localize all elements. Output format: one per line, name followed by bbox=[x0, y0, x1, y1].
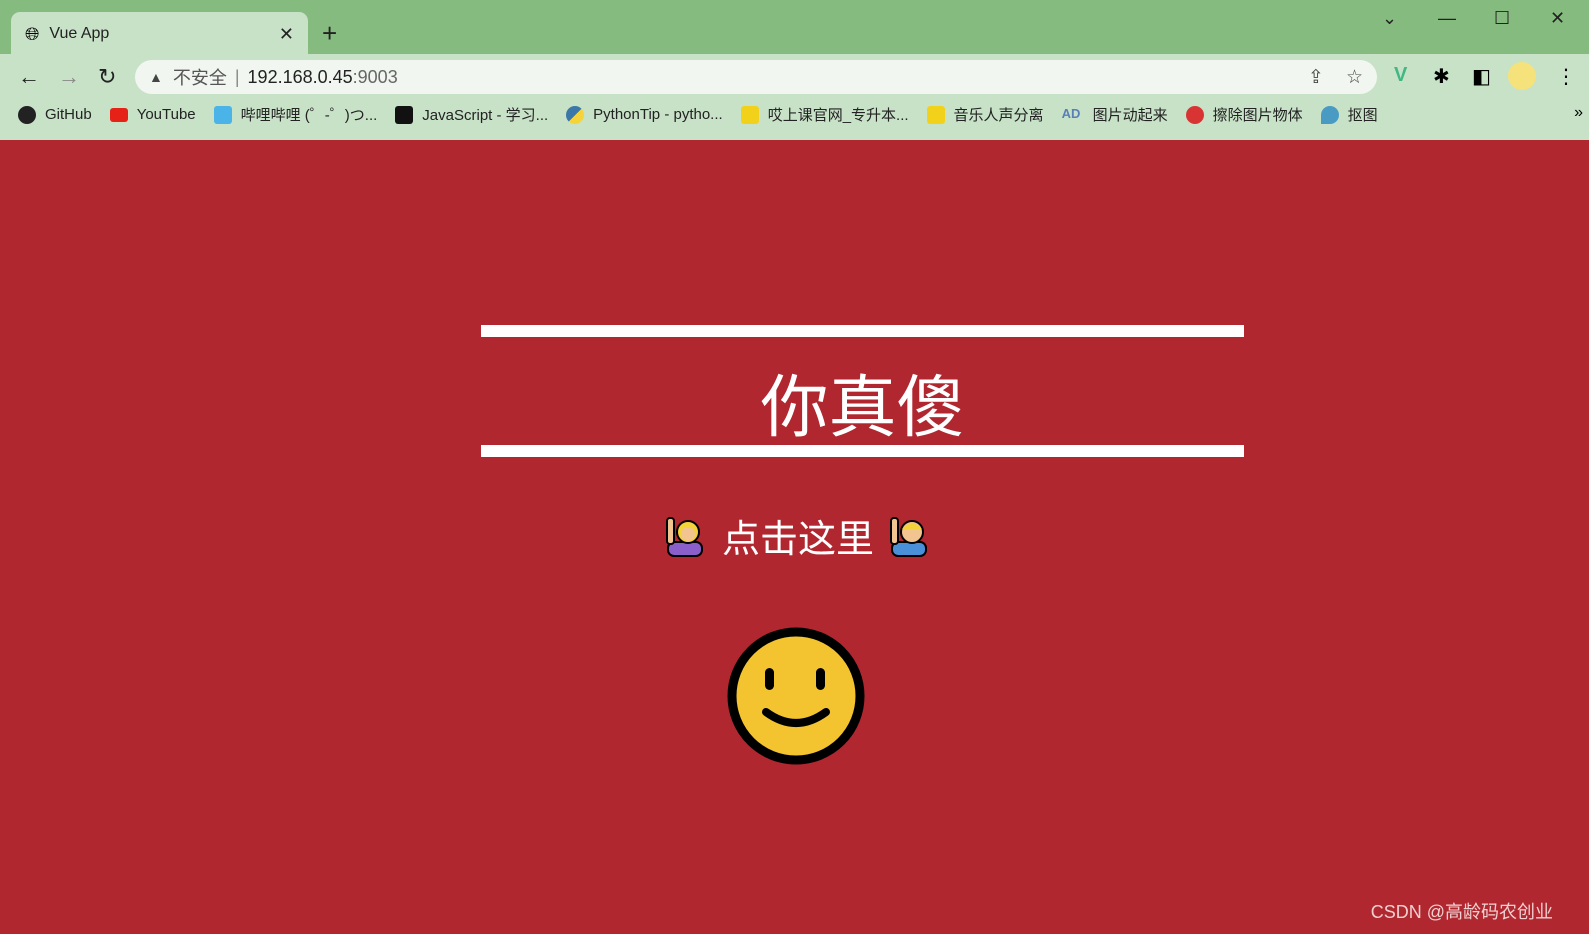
bookmark-label: 哎上课官网_专升本... bbox=[767, 107, 909, 124]
bookmark[interactable]: 擦除图片物体 bbox=[1185, 104, 1303, 125]
python-icon bbox=[566, 105, 585, 124]
side-panel-icon[interactable]: ◧ bbox=[1472, 64, 1491, 89]
bookmarks-bar: GitHub YouTube 哔哩哔哩 (゜-゜)つ... JavaScript… bbox=[18, 104, 1396, 125]
share-icon[interactable]: ⇪ bbox=[1308, 66, 1324, 89]
menu-icon[interactable]: ⋮ bbox=[1556, 64, 1576, 89]
bookmark-label: 图片动起来 bbox=[1092, 107, 1168, 124]
url-host: 192.168.0.45 bbox=[247, 66, 353, 87]
youtube-icon bbox=[109, 107, 128, 122]
ad-icon: AD bbox=[1061, 105, 1081, 121]
url-port: :9003 bbox=[352, 66, 398, 87]
vue-devtools-icon[interactable]: V bbox=[1394, 64, 1407, 87]
bookmark-label: PythonTip - pytho... bbox=[593, 106, 723, 123]
man-raising-hand-icon bbox=[890, 516, 928, 557]
close-tab-icon[interactable]: ✕ bbox=[279, 24, 294, 45]
bilibili-icon bbox=[213, 105, 232, 124]
bookmark[interactable]: 哔哩哔哩 (゜-゜)つ... bbox=[213, 104, 378, 125]
tab-title: Vue App bbox=[49, 25, 110, 42]
new-tab-button[interactable]: + bbox=[322, 18, 337, 49]
bottom-divider bbox=[481, 445, 1244, 457]
bookmark-label: 音乐人声分离 bbox=[953, 107, 1044, 124]
browser-tab[interactable]: 🌐︎ Vue App ✕ bbox=[11, 12, 308, 56]
maximize-button[interactable]: ☐ bbox=[1494, 8, 1510, 29]
extensions-icon[interactable]: ✱ bbox=[1433, 64, 1450, 89]
watermark: CSDN @高龄码农创业 bbox=[1370, 902, 1553, 922]
warning-icon: ▲ bbox=[149, 69, 163, 85]
forward-icon[interactable]: → bbox=[58, 64, 80, 90]
click-here-button[interactable]: 点击这里 bbox=[664, 508, 932, 563]
smiley-face-icon bbox=[727, 627, 865, 765]
bookmark[interactable]: GitHub bbox=[18, 105, 92, 124]
click-here-label: 点击这里 bbox=[722, 519, 875, 561]
reload-icon[interactable]: ↻ bbox=[98, 64, 116, 90]
divide-icon bbox=[926, 105, 945, 124]
bookmark[interactable]: 哎上课官网_专升本... bbox=[740, 104, 909, 125]
more-bookmarks-icon[interactable]: » bbox=[1574, 104, 1583, 122]
minimize-button[interactable]: — bbox=[1438, 8, 1456, 29]
globe-icon: 🌐︎ bbox=[25, 23, 40, 44]
top-divider bbox=[481, 325, 1244, 337]
bookmark[interactable]: YouTube bbox=[109, 106, 196, 123]
divider: | bbox=[234, 66, 240, 87]
avatar[interactable] bbox=[1508, 62, 1536, 90]
browser-titlebar: 🌐︎ Vue App ✕ + ⌄ — ☐ ✕ bbox=[0, 0, 1589, 56]
not-secure-label: 不安全 bbox=[172, 68, 227, 88]
tab-search-icon[interactable]: ⌄ bbox=[1382, 8, 1397, 29]
aishangke-icon bbox=[740, 105, 759, 124]
bookmark-label: 抠图 bbox=[1347, 107, 1378, 124]
bookmark-label: 哔哩哔哩 (゜-゜)つ... bbox=[240, 107, 378, 124]
bookmark[interactable]: 音乐人声分离 bbox=[926, 104, 1044, 125]
bookmark-label: 擦除图片物体 bbox=[1212, 107, 1303, 124]
bookmark-label: GitHub bbox=[45, 106, 92, 123]
red-blob-icon bbox=[1185, 105, 1204, 124]
m-icon bbox=[395, 105, 414, 124]
back-icon[interactable]: ← bbox=[18, 64, 40, 90]
bookmark-label: JavaScript - 学习... bbox=[422, 107, 549, 124]
drop-icon bbox=[1320, 105, 1339, 124]
bookmark[interactable]: 抠图 bbox=[1320, 104, 1378, 125]
bookmark[interactable]: JavaScript - 学习... bbox=[395, 104, 548, 125]
star-icon[interactable]: ☆ bbox=[1346, 66, 1363, 89]
bookmark[interactable]: PythonTip - pytho... bbox=[566, 105, 723, 124]
github-icon bbox=[18, 105, 36, 124]
address-bar[interactable]: ▲ 不安全 | 192.168.0.45 :9003 ⇪ ☆ bbox=[135, 60, 1377, 94]
close-window-button[interactable]: ✕ bbox=[1550, 8, 1565, 29]
bookmark[interactable]: AD 图片动起来 bbox=[1062, 104, 1168, 125]
bookmark-label: YouTube bbox=[136, 106, 196, 123]
woman-raising-hand-icon bbox=[666, 516, 703, 557]
page-heading: 你真傻 bbox=[760, 370, 965, 446]
browser-toolbar: ← → ↻ ▲ 不安全 | 192.168.0.45 :9003 ⇪ ☆ V ✱ … bbox=[0, 54, 1589, 140]
